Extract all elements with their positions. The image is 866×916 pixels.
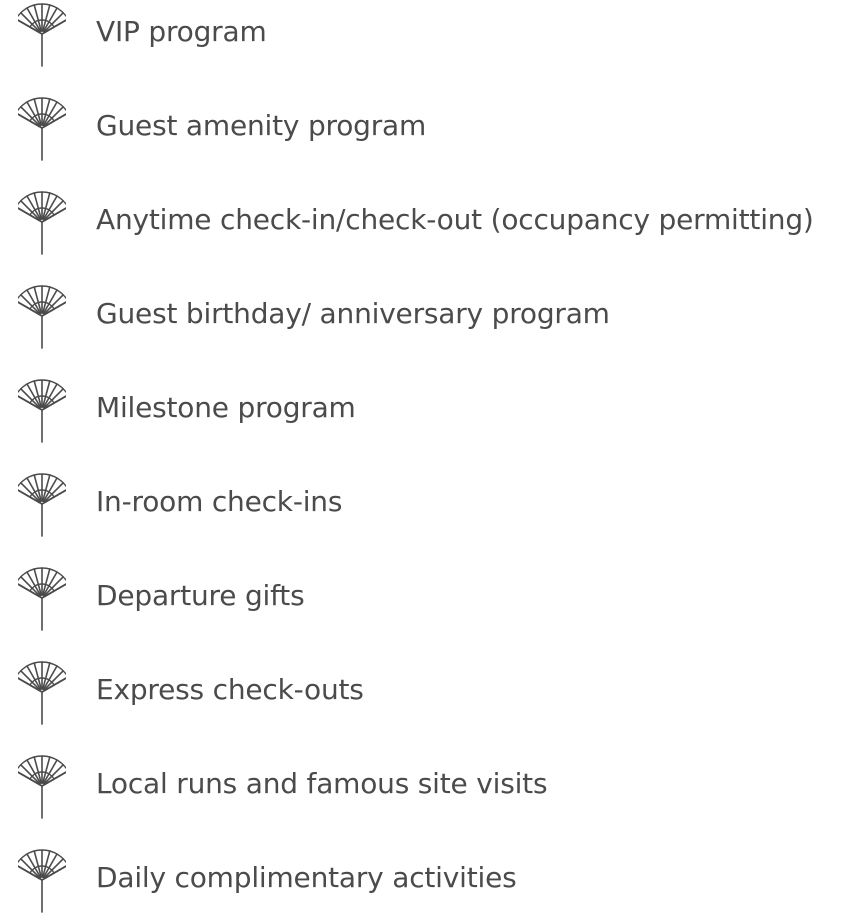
list-item-label: Guest amenity program (96, 109, 427, 142)
list-item-label: Milestone program (96, 391, 356, 424)
list-item-label: Daily complimentary activities (96, 861, 517, 894)
list-item-label: Anytime check-in/check-out (occupancy pe… (96, 203, 814, 236)
list-item-label: Express check-outs (96, 673, 364, 706)
list-item: Express check-outs (0, 658, 866, 728)
list-item: Departure gifts (0, 564, 866, 634)
list-item: Guest amenity program (0, 94, 866, 164)
ginkgo-leaf-icon (18, 752, 66, 820)
list-item-label: VIP program (96, 15, 267, 48)
list-item-label: Guest birthday/ anniversary program (96, 297, 610, 330)
ginkgo-leaf-icon (18, 658, 66, 726)
ginkgo-leaf-icon (18, 94, 66, 162)
ginkgo-leaf-icon (18, 470, 66, 538)
list-item: Milestone program (0, 376, 866, 446)
list-item: Anytime check-in/check-out (occupancy pe… (0, 188, 866, 258)
list-item-label: Local runs and famous site visits (96, 767, 548, 800)
list-item: Daily complimentary activities (0, 846, 866, 916)
list-item: Guest birthday/ anniversary program (0, 282, 866, 352)
ginkgo-leaf-icon (18, 282, 66, 350)
ginkgo-leaf-icon (18, 0, 66, 68)
ginkgo-leaf-icon (18, 188, 66, 256)
list-item: Local runs and famous site visits (0, 752, 866, 822)
list-item: In-room check-ins (0, 470, 866, 540)
ginkgo-leaf-icon (18, 564, 66, 632)
list-item-label: Departure gifts (96, 579, 305, 612)
list-item-label: In-room check-ins (96, 485, 343, 518)
ginkgo-leaf-icon (18, 846, 66, 914)
list-item: VIP program (0, 0, 866, 70)
ginkgo-leaf-icon (18, 376, 66, 444)
